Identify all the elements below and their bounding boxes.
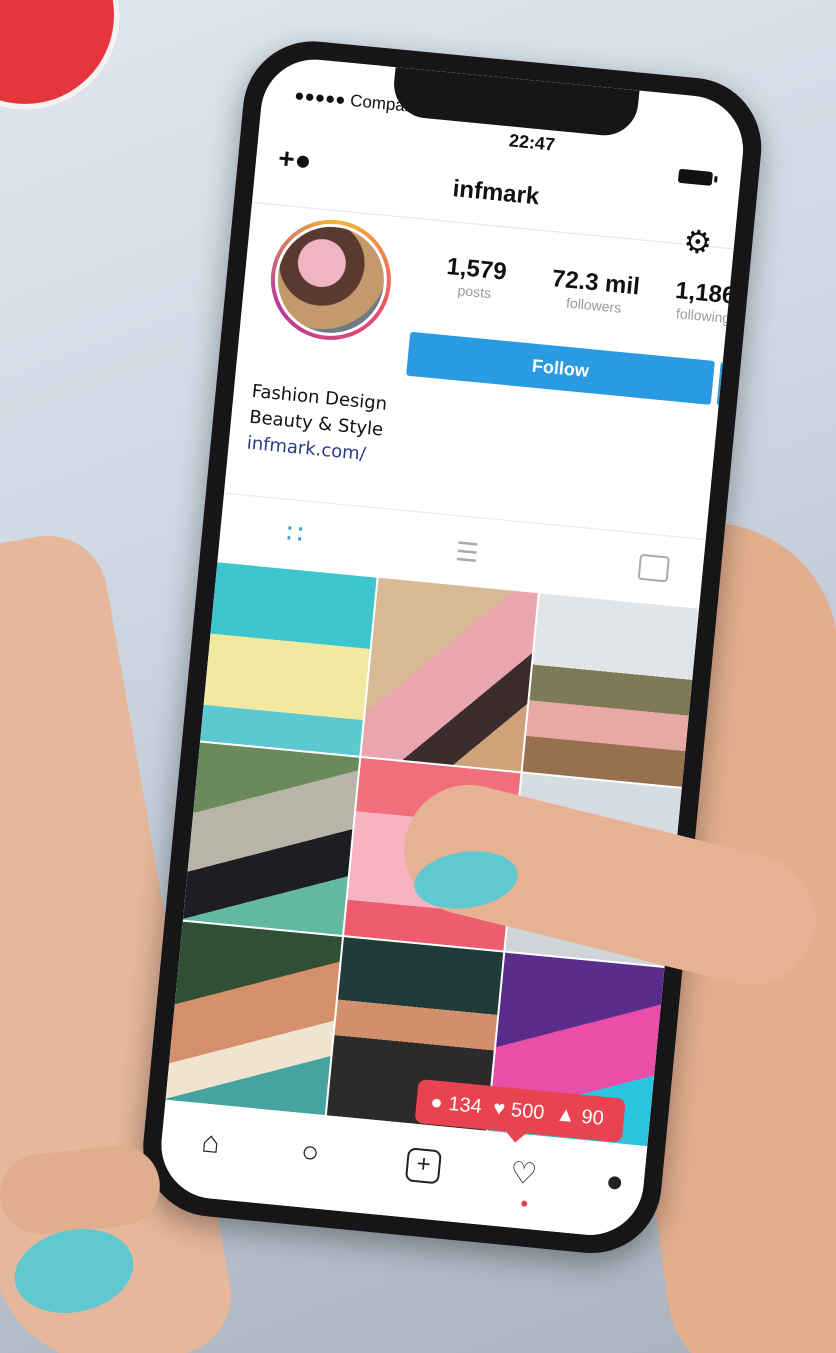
photo-tile[interactable] [182, 742, 360, 936]
tagged-icon[interactable] [637, 553, 670, 583]
heart-icon[interactable]: ♡ [508, 1155, 539, 1192]
profile-icon[interactable]: ● [604, 1164, 625, 1200]
stat-followers[interactable]: 72.3 mil followers [543, 265, 647, 318]
profile-bio: Fashion Design Beauty & Style infmark.co… [246, 379, 389, 470]
photo-tile[interactable] [522, 593, 700, 787]
heart-icon: ♥ [492, 1097, 507, 1121]
home-icon[interactable]: ⌂ [200, 1126, 221, 1162]
profile-section: 1,579 posts 72.3 mil followers 1,186 fol… [223, 204, 748, 549]
follow-options-button[interactable]: ▾ [716, 361, 748, 410]
search-icon[interactable]: ○ [300, 1135, 321, 1171]
scene: E ●●●●● Company ◠ 22:47 +● infmark ⚙ [0, 0, 836, 1353]
stat-label: following [675, 305, 732, 327]
comment-icon: ● [429, 1091, 444, 1115]
add-post-icon[interactable]: + [404, 1147, 442, 1185]
list-icon[interactable]: ☰ [454, 536, 480, 569]
photo-tile[interactable] [200, 562, 377, 756]
grid-icon[interactable]: ∷ [285, 518, 304, 550]
stat-posts[interactable]: 1,579 posts [434, 252, 518, 303]
like-count: 500 [510, 1099, 546, 1125]
avatar [269, 218, 393, 341]
activity-dot [520, 1200, 528, 1207]
user-icon: ▲ [554, 1103, 577, 1128]
avatar-ring[interactable] [265, 214, 397, 346]
corner-badge: E [0, 0, 120, 110]
photo-tile[interactable] [165, 921, 342, 1116]
stat-following[interactable]: 1,186 following [663, 276, 747, 327]
chevron-down-icon: ▾ [736, 377, 745, 394]
phone-screen: ●●●●● Company ◠ 22:47 +● infmark ⚙ 1,579… [156, 54, 748, 1240]
comment-count: 134 [447, 1093, 483, 1119]
follow-button[interactable]: Follow [406, 331, 715, 405]
follow-count: 90 [580, 1105, 605, 1130]
clock: 22:47 [508, 130, 556, 155]
photo-tile[interactable] [361, 577, 538, 771]
